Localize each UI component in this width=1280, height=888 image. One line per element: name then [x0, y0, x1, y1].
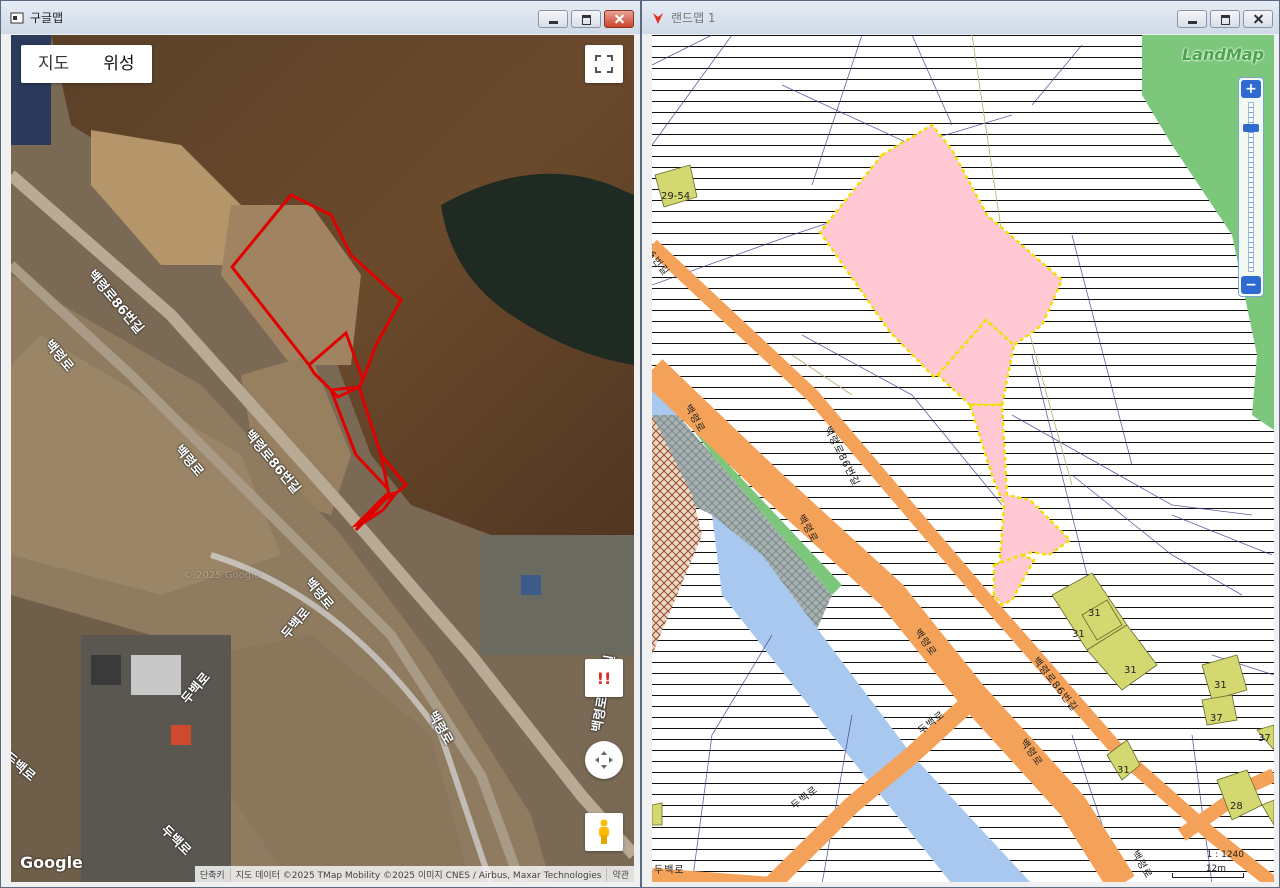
parcel-label: 31: [1117, 765, 1130, 776]
parcel-label: 31: [1124, 665, 1137, 676]
window-title: 구글맵: [30, 11, 64, 25]
map-type-control: 지도 위성: [21, 45, 152, 83]
map-data-attribution: 지도 데이터 ©2025 TMap Mobility ©2025 이미지 CNE…: [229, 867, 607, 881]
parcel-label: 31: [1088, 608, 1101, 619]
street-view-pegman-button[interactable]: [585, 813, 623, 851]
maximize-button[interactable]: [571, 10, 601, 28]
title-bar[interactable]: 구글맵: [1, 1, 640, 34]
road-label: 두백로: [654, 865, 685, 876]
parcel-label: 29-54: [661, 191, 691, 202]
map-type-satellite-button[interactable]: 위성: [86, 45, 151, 83]
pegman-icon: [599, 819, 609, 844]
close-button[interactable]: [604, 10, 634, 28]
keyboard-shortcuts-link[interactable]: 단축키: [195, 868, 230, 881]
landmap-logo: LandMap: [1181, 45, 1264, 64]
terms-link[interactable]: 약관: [606, 867, 634, 881]
parcel-label: 31: [1214, 680, 1227, 691]
attribution-bar: 단축키 지도 데이터 ©2025 TMap Mobility ©2025 이미지…: [194, 866, 634, 882]
zoom-in-button[interactable]: +: [1241, 80, 1261, 98]
minimize-button[interactable]: [1177, 10, 1207, 28]
maximize-button[interactable]: [1210, 10, 1240, 28]
zoom-control: + −: [1238, 77, 1264, 297]
parcel-label: 37: [1258, 733, 1271, 744]
close-button[interactable]: [1243, 10, 1273, 28]
landmap-window: 랜드맵 1 29-54 31 31 31 31 37 37 31 28 6번길 …: [641, 0, 1280, 888]
parcel-label: 37: [1210, 713, 1223, 724]
fullscreen-icon: [595, 55, 613, 73]
map-type-map-button[interactable]: 지도: [21, 45, 86, 83]
satellite-map[interactable]: 백령로86번길 백령로 백령로 백령로86번길 백령로 두백로 두백로 백령로 …: [11, 35, 634, 882]
rotate-icon: [595, 751, 613, 769]
scale-bar: [1172, 873, 1244, 878]
parcel-label: 28: [1230, 801, 1243, 812]
scale-ratio: 1 : 1240: [1206, 850, 1244, 860]
minimize-button[interactable]: [538, 10, 568, 28]
app-icon: [10, 12, 24, 23]
warning-button[interactable]: !!: [585, 659, 623, 697]
rotate-button[interactable]: [585, 741, 623, 779]
satellite-imagery: [11, 35, 634, 882]
google-map-window: 구글맵 백령로86번길 백령로 백령로 백령로86번길 백령로 두백로 두백로 …: [0, 0, 641, 888]
google-logo: Google: [20, 853, 83, 872]
zoom-out-button[interactable]: −: [1241, 276, 1261, 294]
cadastral-map-canvas: [652, 35, 1274, 882]
landmap-app-icon: [653, 12, 663, 24]
zoom-slider-thumb[interactable]: [1243, 124, 1259, 132]
parcel-label: 31: [1072, 629, 1085, 640]
cadastral-map[interactable]: 29-54 31 31 31 31 37 37 31 28 6번길 백령로 백령…: [652, 35, 1274, 882]
watermark: © 2025 Google: [183, 570, 261, 581]
title-bar[interactable]: 랜드맵 1: [642, 1, 1279, 34]
fullscreen-button[interactable]: [585, 45, 623, 83]
window-title: 랜드맵 1: [671, 11, 716, 25]
